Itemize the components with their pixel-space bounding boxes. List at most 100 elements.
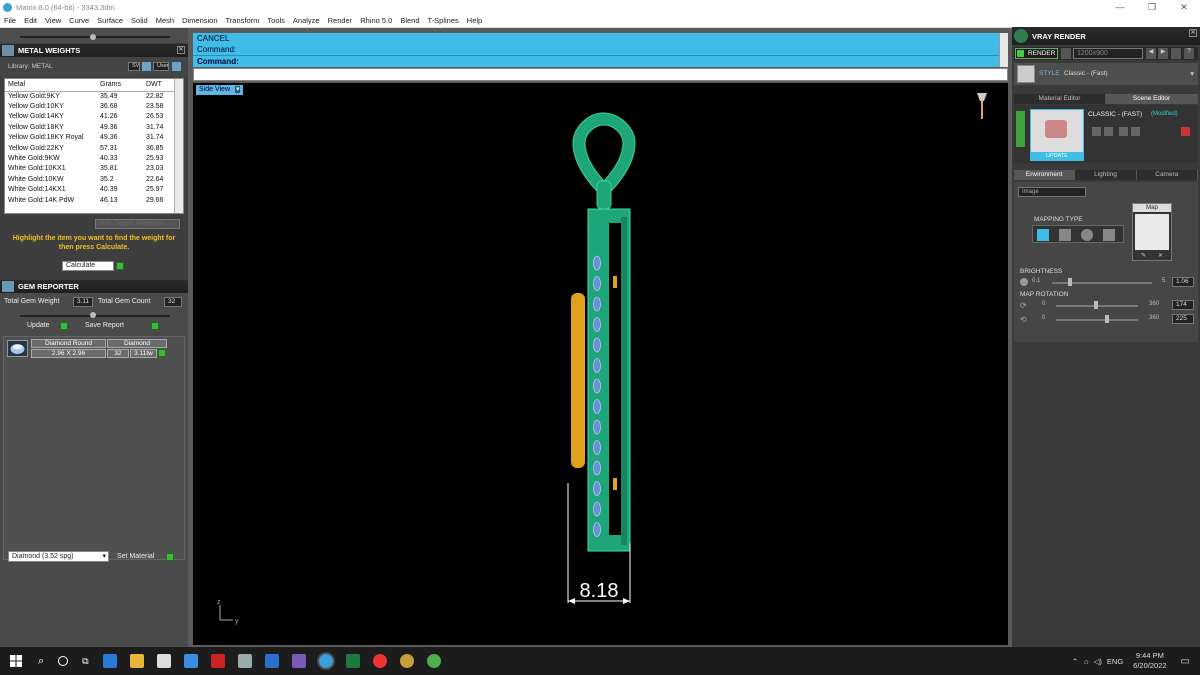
- light-indicator-icon[interactable]: [977, 93, 987, 119]
- table-row[interactable]: Yellow Gold:14KY 41.26 26.53: [5, 112, 183, 122]
- sv-toggle-icon[interactable]: [142, 62, 151, 71]
- vray-close-icon[interactable]: ✕: [1189, 29, 1197, 37]
- menu-transform[interactable]: Transform: [222, 16, 264, 25]
- resolution-field[interactable]: 1200x900: [1073, 48, 1143, 59]
- tray-chevron-icon[interactable]: ⌃: [1072, 657, 1078, 666]
- calculate-field[interactable]: Calculate: [62, 261, 114, 271]
- gem-slider-knob[interactable]: [90, 312, 96, 318]
- use-object-materials-checkbox[interactable]: Use Object Materials: [95, 219, 180, 229]
- menu-mesh[interactable]: Mesh: [152, 16, 178, 25]
- sv-button[interactable]: SV: [128, 62, 140, 71]
- settings-icon[interactable]: [1171, 48, 1181, 59]
- menu-tools[interactable]: Tools: [263, 16, 289, 25]
- user-toggle-icon[interactable]: [172, 62, 181, 71]
- map-plane-icon[interactable]: [1037, 229, 1049, 241]
- preset-tool-icon-4[interactable]: [1131, 127, 1140, 136]
- update-button[interactable]: [60, 322, 68, 330]
- command-input[interactable]: [193, 68, 1008, 81]
- tab-material-editor[interactable]: Material Editor: [1014, 94, 1106, 104]
- network-icon[interactable]: ⌂: [1084, 657, 1089, 666]
- rot1-slider[interactable]: [1094, 301, 1098, 309]
- matrix-icon[interactable]: [318, 654, 333, 668]
- close-icon[interactable]: ✕: [177, 46, 185, 54]
- table-row[interactable]: Yellow Gold:22KY 57.31 36.85: [5, 143, 183, 153]
- language-indicator[interactable]: ENG: [1107, 657, 1123, 666]
- menu-edit[interactable]: Edit: [20, 16, 41, 25]
- table-row[interactable]: White Gold:14KX1 40.39 25.97: [5, 185, 183, 195]
- rhino-icon[interactable]: [237, 654, 252, 668]
- windows-start-icon[interactable]: [10, 655, 22, 667]
- preset-delete-icon[interactable]: [1181, 127, 1190, 136]
- rot2-value[interactable]: 225: [1172, 314, 1194, 324]
- table-row[interactable]: White Gold:10KW 35.2 22.64: [5, 174, 183, 184]
- save-report-button[interactable]: [151, 322, 159, 330]
- resolution-icon[interactable]: [1061, 48, 1071, 59]
- task-view-icon[interactable]: ⧉: [82, 656, 88, 667]
- table-row[interactable]: Yellow Gold:10KY 36.68 23.58: [5, 101, 183, 111]
- user-button[interactable]: User: [153, 62, 169, 71]
- material-select[interactable]: Diamond (3.52 spg) ▾: [8, 551, 109, 562]
- preset-tool-icon-2[interactable]: [1104, 127, 1113, 136]
- edge-icon[interactable]: [102, 654, 117, 668]
- rot2-slider[interactable]: [1105, 315, 1109, 323]
- env-type-select[interactable]: Image: [1018, 187, 1086, 197]
- app-green-icon[interactable]: [426, 654, 441, 668]
- preset-side-arrow[interactable]: [1016, 111, 1025, 147]
- table-row[interactable]: White Gold:10KX1 35.81 23.03: [5, 164, 183, 174]
- app-red-icon[interactable]: [210, 654, 225, 668]
- chrome-icon[interactable]: [372, 654, 387, 668]
- metal-table-scrollbar[interactable]: [174, 79, 183, 213]
- store-icon[interactable]: [156, 654, 171, 668]
- gem-select-button[interactable]: [158, 349, 166, 357]
- table-row[interactable]: Yellow Gold:18KY Royal 49.36 31.74: [5, 133, 183, 143]
- tab-environment[interactable]: Environment: [1014, 170, 1076, 180]
- map-cylinder-icon[interactable]: [1103, 229, 1115, 241]
- menu-surface[interactable]: Surface: [93, 16, 127, 25]
- brightness-value[interactable]: 1.06: [1172, 277, 1194, 287]
- network-app-icon[interactable]: [291, 654, 306, 668]
- style-row[interactable]: STYLE Classic - (Fast) ▾: [1014, 63, 1198, 85]
- menu-render[interactable]: Render: [324, 16, 357, 25]
- panel-slider-knob[interactable]: [90, 34, 96, 40]
- update-preset-button[interactable]: UPDATE: [1031, 152, 1083, 160]
- menu-tsplines[interactable]: T-Splines: [424, 16, 463, 25]
- table-row[interactable]: White Gold:9KW 40.33 25.93: [5, 153, 183, 163]
- menu-dimension[interactable]: Dimension: [178, 16, 221, 25]
- clock[interactable]: 9:44 PM 6/20/2022: [1133, 651, 1166, 671]
- tab-scene-editor[interactable]: Scene Editor: [1106, 94, 1198, 104]
- close-button[interactable]: ✕: [1168, 2, 1200, 13]
- preset-tool-icon-1[interactable]: [1092, 127, 1101, 136]
- update-label[interactable]: Update: [27, 322, 50, 329]
- map-pick-icon[interactable]: ✎: [1141, 252, 1146, 259]
- col-metal[interactable]: Metal: [5, 79, 97, 92]
- word-icon[interactable]: [264, 654, 279, 668]
- rot1-value[interactable]: 174: [1172, 300, 1194, 310]
- next-icon[interactable]: ▶: [1158, 48, 1168, 59]
- menu-solid[interactable]: Solid: [127, 16, 152, 25]
- map-clear-icon[interactable]: ✕: [1158, 252, 1163, 259]
- mail-icon[interactable]: [183, 654, 198, 668]
- menu-analyze[interactable]: Analyze: [289, 16, 324, 25]
- tab-camera[interactable]: Camera: [1136, 170, 1198, 180]
- map-preview[interactable]: Map ✎ ✕: [1132, 203, 1172, 261]
- volume-icon[interactable]: ◁): [1094, 657, 1102, 666]
- menu-help[interactable]: Help: [463, 16, 486, 25]
- calculate-button[interactable]: [116, 262, 124, 270]
- side-viewport[interactable]: 8.18 z y: [193, 83, 1008, 645]
- table-row[interactable]: White Gold:14K PdW 46.13 29.66: [5, 195, 183, 205]
- menu-file[interactable]: File: [0, 16, 20, 25]
- game-icon[interactable]: [399, 654, 414, 668]
- menu-curve[interactable]: Curve: [65, 16, 93, 25]
- cortana-icon[interactable]: [58, 656, 69, 666]
- table-row[interactable]: Yellow Gold:18KY 49.36 31.74: [5, 122, 183, 132]
- viewport-menu-icon[interactable]: ▾: [234, 86, 241, 93]
- command-scrollbar[interactable]: [999, 33, 1008, 67]
- col-grams[interactable]: Grams: [97, 79, 143, 92]
- file-explorer-icon[interactable]: [129, 654, 144, 668]
- tab-lighting[interactable]: Lighting: [1075, 170, 1137, 180]
- prev-icon[interactable]: ◀: [1146, 48, 1156, 59]
- search-icon[interactable]: ⌕: [38, 655, 44, 668]
- viewport-label[interactable]: Side View ▾: [196, 85, 244, 95]
- table-row[interactable]: Yellow Gold:9KY 35.49 22.82: [5, 91, 183, 101]
- preset-tool-icon-3[interactable]: [1119, 127, 1128, 136]
